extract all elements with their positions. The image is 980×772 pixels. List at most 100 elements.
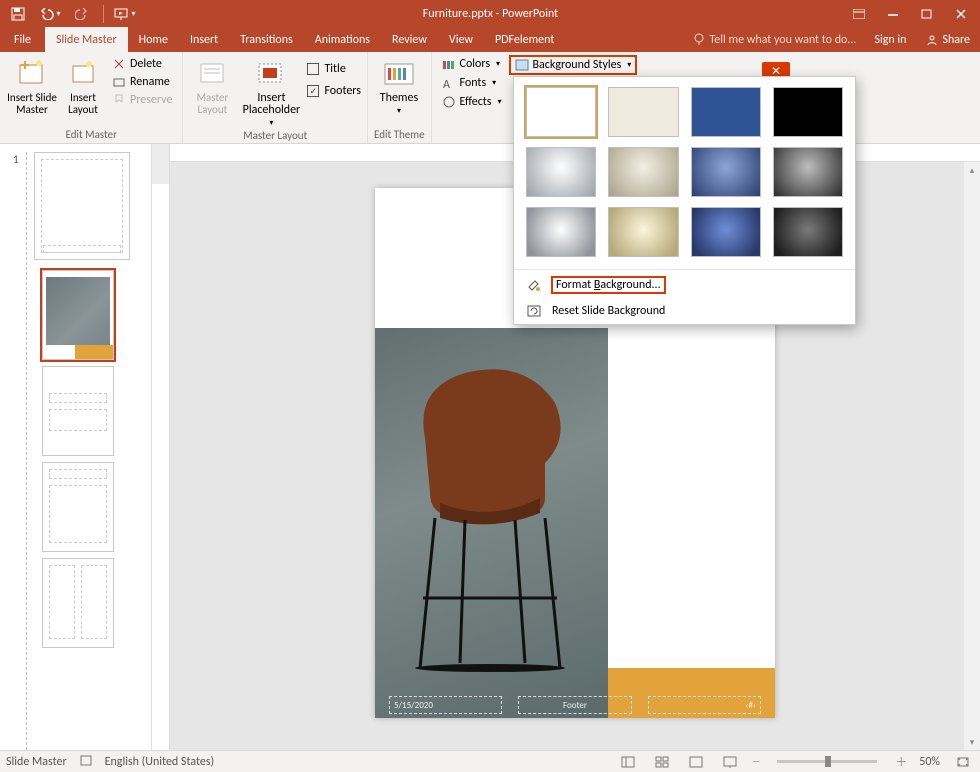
close-button[interactable] bbox=[944, 2, 978, 26]
tab-home[interactable]: Home bbox=[128, 27, 179, 52]
tell-me-placeholder: Tell me what you want to do... bbox=[710, 33, 857, 47]
footer-placeholder[interactable]: Footer bbox=[518, 696, 631, 714]
preserve-icon bbox=[112, 93, 126, 107]
master-layout-button: Master Layout bbox=[189, 54, 235, 116]
title-checkbox[interactable]: Title bbox=[307, 62, 361, 76]
zoom-level[interactable]: 50% bbox=[919, 755, 940, 769]
insert-layout-button[interactable]: Insert Layout bbox=[62, 54, 104, 116]
bg-swatch[interactable] bbox=[691, 87, 761, 137]
tab-insert[interactable]: Insert bbox=[179, 27, 229, 52]
tab-animations[interactable]: Animations bbox=[304, 27, 381, 52]
bg-swatch[interactable] bbox=[773, 207, 843, 257]
tab-slide-master[interactable]: Slide Master bbox=[45, 27, 128, 52]
slide-sorter-view-button[interactable] bbox=[651, 753, 673, 771]
themes-button[interactable]: Themes▾ bbox=[374, 54, 424, 117]
tab-file[interactable]: File bbox=[0, 27, 45, 52]
bg-swatch[interactable] bbox=[526, 147, 596, 197]
title-bar: ▾ ▾ Furniture.pptx - PowerPoint bbox=[0, 0, 980, 27]
delete-button[interactable]: Delete bbox=[108, 56, 176, 72]
thumb-number: 1 bbox=[13, 153, 19, 166]
chair-illustration bbox=[395, 348, 585, 678]
effects-button[interactable]: Effects▾ bbox=[438, 94, 506, 110]
footers-checkbox[interactable]: ✓Footers bbox=[307, 84, 361, 98]
quick-access-toolbar: ▾ ▾ bbox=[0, 2, 139, 26]
group-label: Master Layout bbox=[189, 129, 361, 144]
undo-button[interactable]: ▾ bbox=[36, 2, 64, 26]
spellcheck-icon[interactable] bbox=[79, 753, 93, 771]
background-styles-icon bbox=[515, 58, 529, 72]
insert-slide-master-icon bbox=[16, 58, 48, 90]
bg-swatch[interactable] bbox=[691, 207, 761, 257]
sign-in-button[interactable]: Sign in bbox=[864, 27, 916, 52]
colors-icon bbox=[442, 57, 456, 71]
format-background-icon bbox=[526, 277, 542, 293]
reset-slide-background-menu-item[interactable]: Reset Slide Background bbox=[514, 298, 855, 324]
layout-thumbnail[interactable] bbox=[42, 462, 114, 552]
reading-view-button[interactable] bbox=[685, 753, 707, 771]
minimize-button[interactable] bbox=[876, 2, 910, 26]
lightbulb-icon bbox=[693, 33, 706, 46]
save-button[interactable] bbox=[4, 2, 32, 26]
thumbnail-panel[interactable]: 1 bbox=[0, 144, 152, 750]
bg-swatch[interactable] bbox=[526, 87, 596, 137]
layout-thumbnail[interactable] bbox=[42, 270, 114, 360]
insert-layout-icon bbox=[67, 58, 99, 90]
group-edit-master: Insert Slide Master Insert Layout Delete… bbox=[0, 52, 183, 143]
insert-slide-master-button[interactable]: Insert Slide Master bbox=[6, 54, 58, 116]
preserve-button: Preserve bbox=[108, 92, 176, 108]
bg-swatch[interactable] bbox=[526, 207, 596, 257]
tab-transitions[interactable]: Transitions bbox=[229, 27, 304, 52]
fit-to-window-button[interactable] bbox=[952, 753, 974, 771]
status-bar: Slide Master English (United States) ─ ＋… bbox=[0, 750, 980, 772]
effects-icon bbox=[442, 95, 456, 109]
tell-me-search[interactable]: Tell me what you want to do... bbox=[685, 27, 865, 52]
insert-placeholder-button[interactable]: Insert Placeholder ▾ bbox=[239, 54, 303, 129]
window-title: Furniture.pptx - PowerPoint bbox=[139, 7, 842, 21]
group-label: Edit Master bbox=[6, 128, 176, 143]
bg-swatch[interactable] bbox=[608, 207, 678, 257]
svg-text:A: A bbox=[443, 78, 450, 90]
bg-swatch[interactable] bbox=[773, 147, 843, 197]
tab-review[interactable]: Review bbox=[381, 27, 438, 52]
bg-swatch[interactable] bbox=[608, 147, 678, 197]
status-language[interactable]: English (United States) bbox=[105, 755, 215, 769]
fonts-icon: A bbox=[442, 76, 456, 90]
slide-image bbox=[375, 328, 608, 718]
vertical-scrollbar[interactable]: ▴ ▾ bbox=[964, 162, 980, 750]
present-button[interactable]: ▾ bbox=[111, 2, 139, 26]
vertical-ruler bbox=[152, 144, 170, 750]
normal-view-button[interactable] bbox=[617, 753, 639, 771]
rename-button[interactable]: Rename bbox=[108, 74, 176, 90]
insert-placeholder-icon bbox=[255, 58, 287, 90]
status-mode: Slide Master bbox=[6, 755, 67, 769]
zoom-slider[interactable] bbox=[777, 760, 877, 763]
background-swatch-grid bbox=[514, 77, 855, 267]
bg-swatch[interactable] bbox=[608, 87, 678, 137]
layout-thumbnail[interactable] bbox=[42, 366, 114, 456]
redo-button[interactable] bbox=[68, 2, 96, 26]
themes-icon bbox=[383, 58, 415, 90]
slideshow-view-button[interactable] bbox=[719, 753, 741, 771]
bg-swatch[interactable] bbox=[691, 147, 761, 197]
colors-button[interactable]: Colors▾ bbox=[438, 56, 506, 72]
background-styles-button[interactable]: Background Styles▾ bbox=[510, 56, 637, 74]
share-icon bbox=[926, 34, 938, 46]
master-layout-icon bbox=[196, 58, 228, 90]
ribbon-display-options[interactable] bbox=[842, 2, 876, 26]
maximize-button[interactable] bbox=[910, 2, 944, 26]
format-background-menu-item[interactable]: Format Background... Format Background..… bbox=[514, 272, 855, 298]
group-label: Edit Theme bbox=[374, 128, 425, 143]
tab-pdfelement[interactable]: PDFelement bbox=[484, 27, 565, 52]
bg-swatch[interactable] bbox=[773, 87, 843, 137]
date-placeholder[interactable]: 5/15/2020 bbox=[389, 696, 502, 714]
reset-background-icon bbox=[526, 303, 542, 319]
group-edit-theme: Themes▾ Edit Theme bbox=[368, 52, 432, 143]
fonts-button[interactable]: AFonts▾ bbox=[438, 75, 506, 91]
delete-icon bbox=[112, 57, 126, 71]
background-styles-popup: Format Background... Format Background..… bbox=[513, 76, 856, 325]
slide-number-placeholder[interactable]: ‹#› bbox=[648, 696, 761, 714]
tab-view[interactable]: View bbox=[438, 27, 484, 52]
layout-thumbnail[interactable] bbox=[42, 558, 114, 648]
slide-master-thumbnail[interactable]: 1 bbox=[34, 152, 130, 260]
share-button[interactable]: Share bbox=[916, 27, 980, 52]
